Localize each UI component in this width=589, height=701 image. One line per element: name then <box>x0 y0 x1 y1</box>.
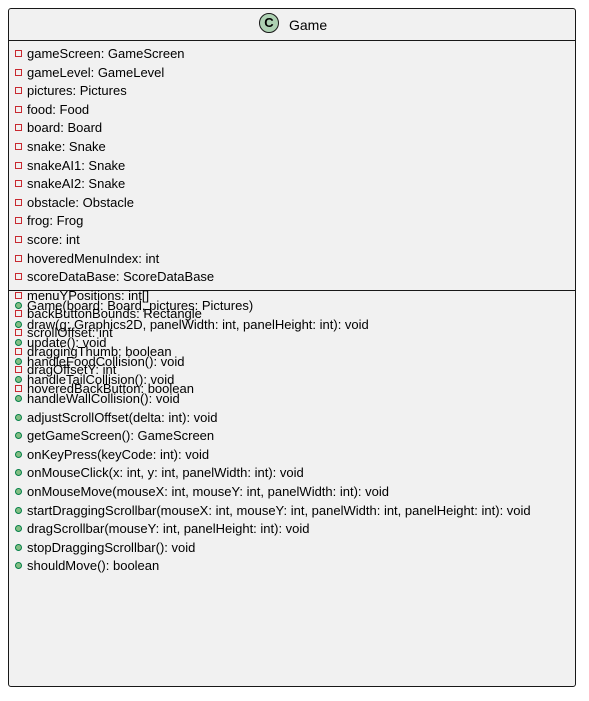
field-text: food: Food <box>27 101 90 117</box>
private-visibility-icon <box>15 161 22 169</box>
class-stereotype-icon: C <box>259 13 279 33</box>
public-visibility-icon <box>15 320 22 328</box>
private-visibility-icon <box>15 329 22 336</box>
method-text: handleWallCollision(): void <box>27 391 180 406</box>
method-text: shouldMove(): boolean <box>27 558 160 574</box>
field-text: snakeAI2: Snake <box>27 176 126 192</box>
private-visibility-icon <box>15 180 22 188</box>
method-text: draw(g: Graphics2D, panelWidth: int, pan… <box>27 316 369 332</box>
public-visibility-icon <box>15 450 22 458</box>
private-visibility-icon <box>15 291 22 299</box>
method-text: handleTailCollision(): void <box>27 372 175 388</box>
method-text: dragScrollbar(mouseY: int, panelHeight: … <box>27 521 310 537</box>
public-visibility-icon <box>15 506 22 514</box>
private-visibility-icon <box>15 68 22 76</box>
public-visibility-icon <box>15 432 22 440</box>
field-text: gameLevel: GameLevel <box>27 64 165 80</box>
field-text: obstacle: Obstacle <box>27 194 134 210</box>
private-visibility-icon <box>15 273 22 281</box>
public-visibility-icon <box>15 339 22 347</box>
method-text: handleFoodCollision(): void <box>27 353 185 369</box>
fields-compartment: gameScreen: GameScreen gameLevel: GameLev… <box>9 42 575 396</box>
class-header: C Game <box>9 9 575 41</box>
public-visibility-icon <box>15 469 22 477</box>
method-text: startDraggingScrollbar(mouseX: int, mous… <box>27 502 531 518</box>
private-visibility-icon <box>15 198 22 206</box>
public-visibility-icon <box>15 488 22 495</box>
public-visibility-icon <box>15 543 22 551</box>
class-name: Game <box>289 17 328 33</box>
private-visibility-icon <box>15 310 22 318</box>
private-visibility-icon <box>15 217 22 225</box>
private-visibility-icon <box>15 236 22 243</box>
field-text: scoreDataBase: ScoreDataBase <box>27 269 215 285</box>
private-visibility-icon <box>15 50 22 57</box>
field-text: frog: Frog <box>27 213 84 229</box>
private-visibility-icon <box>15 347 22 355</box>
private-visibility-icon <box>15 254 22 262</box>
public-visibility-icon <box>15 562 22 570</box>
public-visibility-icon <box>15 413 22 421</box>
method-text: Game(board: Board, pictures: Pictures) <box>27 298 254 313</box>
field-text: gameScreen: GameScreen <box>27 46 185 61</box>
method-text: adjustScrollOffset(delta: int): void <box>27 409 218 425</box>
method-text: onMouseClick(x: int, y: int, panelWidth:… <box>27 465 304 481</box>
private-visibility-icon <box>15 366 22 374</box>
method-text: update(): void <box>27 335 107 351</box>
private-visibility-icon <box>15 87 22 95</box>
field-text: score: int <box>27 232 80 247</box>
private-visibility-icon <box>15 124 22 132</box>
public-visibility-icon <box>15 395 22 402</box>
method-text: stopDraggingScrollbar(): void <box>27 539 196 555</box>
field-text: snakeAI1: Snake <box>27 157 126 173</box>
field-text: snake: Snake <box>27 139 106 154</box>
method-text: onMouseMove(mouseX: int, mouseY: int, pa… <box>27 484 390 499</box>
private-visibility-icon <box>15 384 22 392</box>
public-visibility-icon <box>15 376 22 384</box>
method-text: getGameScreen(): GameScreen <box>27 428 215 444</box>
private-visibility-icon <box>15 105 22 113</box>
method-text: onKeyPress(keyCode: int): void <box>27 446 210 462</box>
public-visibility-icon <box>15 357 22 365</box>
field-text: pictures: Pictures <box>27 83 127 99</box>
class-game: C Game gameScreen: GameScreen gameLevel: … <box>8 8 576 687</box>
public-visibility-icon <box>15 525 22 533</box>
private-visibility-icon <box>15 143 22 150</box>
field-text: board: Board <box>27 120 103 136</box>
field-text: hoveredMenuIndex: int <box>27 250 160 266</box>
public-visibility-icon <box>15 302 22 309</box>
